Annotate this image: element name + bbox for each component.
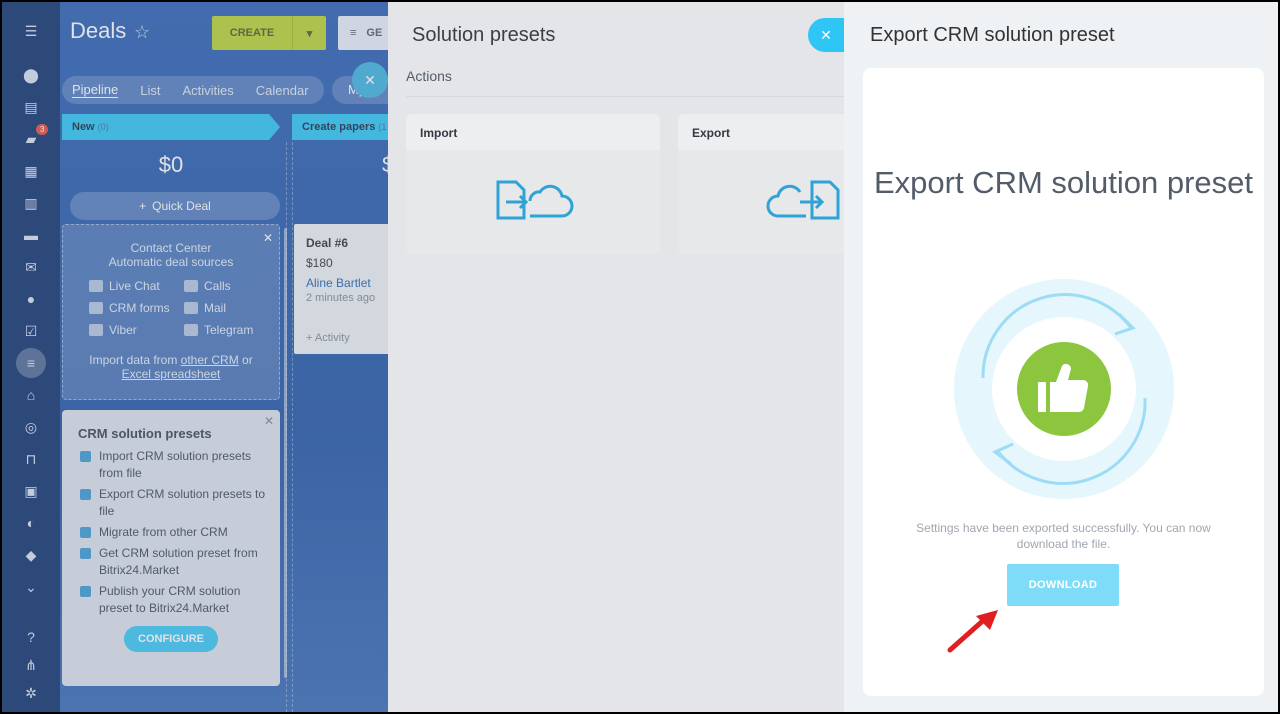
export-heading: Export CRM solution preset: [873, 165, 1254, 200]
solution-presets-panel: Solution presets Actions Import Export: [388, 2, 932, 712]
close-icon[interactable]: ✕: [808, 18, 844, 52]
success-message: Settings have been exported successfully…: [916, 521, 1211, 551]
divider: [406, 96, 846, 97]
card-label: Import: [420, 126, 458, 140]
export-cloud-icon: [766, 180, 840, 220]
import-cloud-icon: [496, 180, 574, 220]
red-arrow-icon: [947, 610, 998, 653]
success-graphic: [954, 279, 1174, 499]
section-title: Actions: [406, 68, 452, 84]
panel-title: Solution presets: [412, 24, 556, 46]
overlay: [2, 2, 390, 712]
download-button[interactable]: DOWNLOAD: [1007, 564, 1119, 606]
panel-title: Export CRM solution preset: [870, 24, 1115, 46]
export-preset-panel: Export CRM solution preset Export CRM so…: [844, 2, 1278, 712]
import-card[interactable]: Import: [406, 114, 660, 254]
screen: ☰ ⬤ ▤ ▰ 3 ▦ ▥ ▬ ✉ ● ☑ ≡ ⌂ ◎ ⊓ ▣ ◐ ◆ ⌄ ? …: [2, 2, 1278, 712]
card-label: Export: [692, 126, 731, 140]
export-card: Export CRM solution preset Settings have…: [863, 68, 1264, 696]
